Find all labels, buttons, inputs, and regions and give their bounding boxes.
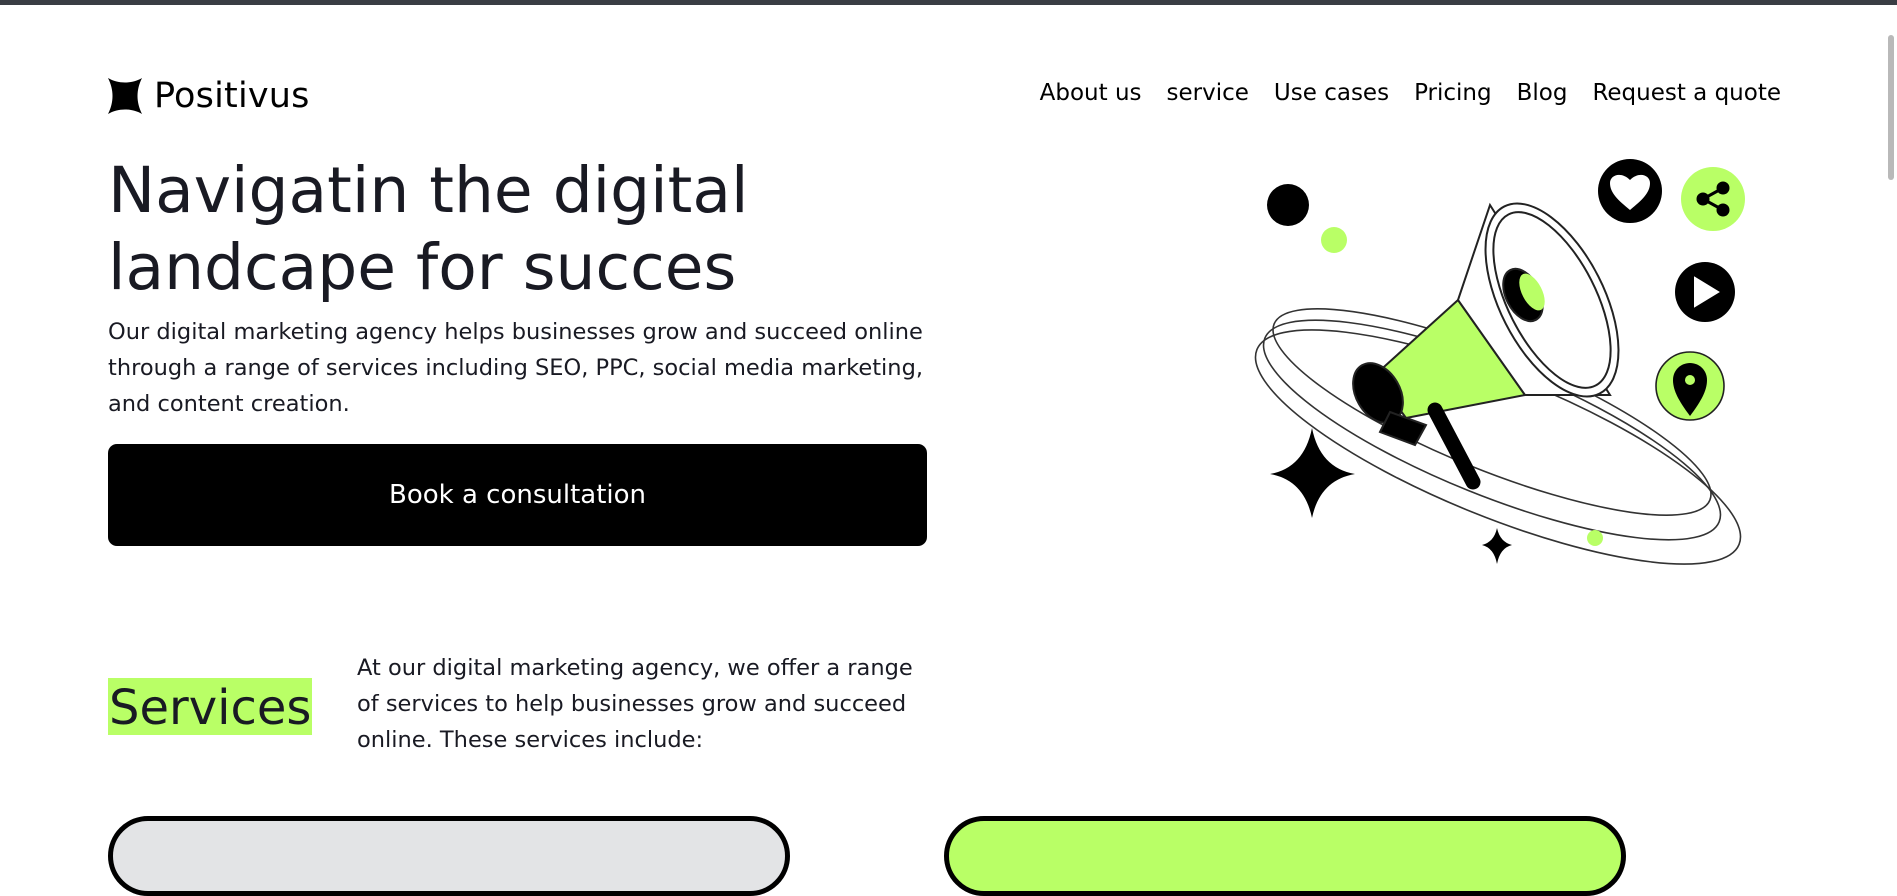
- service-card[interactable]: [944, 816, 1626, 896]
- nav-service[interactable]: service: [1167, 80, 1249, 106]
- brand-name: Positivus: [154, 76, 310, 116]
- dot-icon: [1267, 184, 1309, 226]
- hero-title: Navigatin the digital landcape for succe…: [108, 152, 848, 306]
- star-logo-icon: [108, 78, 142, 114]
- main-nav: About us service Use cases Pricing Blog …: [1040, 80, 1781, 106]
- nav-pricing[interactable]: Pricing: [1414, 80, 1492, 106]
- scrollbar[interactable]: [1885, 5, 1897, 850]
- sparkle-small-icon: [1482, 528, 1512, 564]
- nav-blog[interactable]: Blog: [1517, 80, 1568, 106]
- book-consultation-button[interactable]: Book a consultation: [108, 444, 927, 546]
- hero-title-line1: Navigatin the digital: [108, 154, 749, 227]
- browser-top-bar: [0, 0, 1897, 5]
- hero-title-line2: landcape for succes: [108, 231, 737, 304]
- scrollbar-thumb[interactable]: [1888, 35, 1894, 180]
- services-description: At our digital marketing agency, we offe…: [357, 655, 913, 753]
- sparkle-icon: [1270, 428, 1355, 518]
- megaphone-illustration: [1254, 159, 1745, 565]
- hero-description: Our digital marketing agency helps busin…: [108, 319, 923, 417]
- nav-use-cases[interactable]: Use cases: [1274, 80, 1389, 106]
- nav-about-us[interactable]: About us: [1040, 80, 1142, 106]
- services-heading: Services: [108, 678, 313, 736]
- logo[interactable]: Positivus: [108, 76, 310, 116]
- nav-request-quote[interactable]: Request a quote: [1592, 80, 1781, 106]
- service-card[interactable]: [108, 816, 790, 896]
